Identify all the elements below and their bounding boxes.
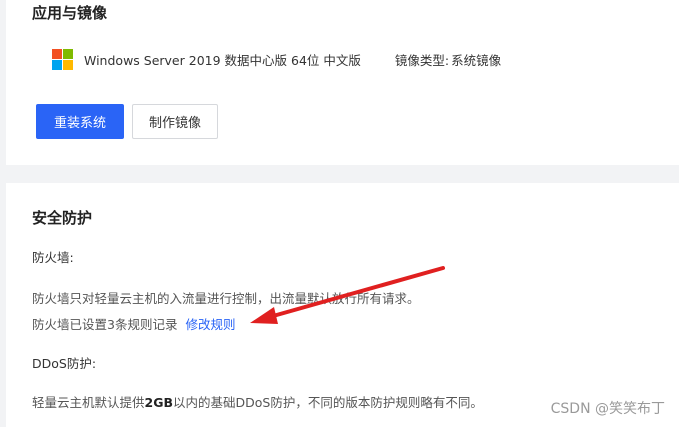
csdn-watermark: CSDN @笑笑布丁 bbox=[550, 401, 665, 417]
firewall-label: 防火墙: bbox=[32, 250, 74, 265]
ddos-description: 轻量云主机默认提供2GB以内的基础DDoS防护，不同的版本防护规则略有不同。 bbox=[32, 392, 483, 411]
os-info-row: Windows Server 2019 数据中心版 64位 中文版 镜像类型: … bbox=[52, 48, 501, 70]
ddos-label: DDoS防护: bbox=[32, 356, 97, 371]
reinstall-system-button[interactable]: 重装系统 bbox=[36, 104, 124, 139]
security-card: 安全防护 防火墙: 防火墙只对轻量云主机的入流量进行控制，出流量默认放行所有请求… bbox=[6, 183, 679, 427]
ddos-capacity: 2GB bbox=[144, 395, 174, 410]
windows-logo-blue-square bbox=[52, 59, 62, 70]
modify-rules-link[interactable]: 修改规则 bbox=[185, 317, 235, 332]
windows-logo-yellow-square bbox=[63, 59, 73, 70]
windows-logo-red-square bbox=[52, 48, 62, 59]
os-name: Windows Server 2019 数据中心版 64位 中文版 bbox=[84, 52, 361, 68]
security-section-title: 安全防护 bbox=[32, 209, 93, 227]
make-image-button[interactable]: 制作镜像 bbox=[132, 104, 218, 139]
app-image-section-title: 应用与镜像 bbox=[32, 4, 108, 22]
image-type-value: 系统镜像 bbox=[451, 52, 502, 68]
ddos-description-pre: 轻量云主机默认提供 bbox=[32, 395, 145, 410]
firewall-rules-row: 防火墙已设置3条规则记录 修改规则 bbox=[32, 314, 235, 333]
firewall-rules-text: 防火墙已设置3条规则记录 bbox=[32, 317, 178, 332]
app-image-card: 应用与镜像 Windows Server 2019 数据中心版 64位 中文版 … bbox=[6, 0, 679, 165]
image-type-label: 镜像类型: bbox=[394, 52, 450, 68]
ddos-description-post: 以内的基础DDoS防护，不同的版本防护规则略有不同。 bbox=[173, 395, 483, 410]
firewall-description: 防火墙只对轻量云主机的入流量进行控制，出流量默认放行所有请求。 bbox=[32, 291, 420, 306]
windows-logo-icon bbox=[52, 48, 73, 70]
windows-logo-green-square bbox=[63, 48, 73, 59]
